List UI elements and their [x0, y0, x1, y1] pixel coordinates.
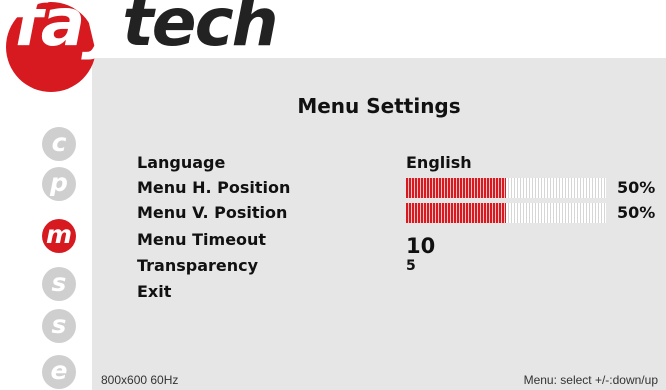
faytech-logo: faytech — [0, 0, 320, 92]
logo-text-fay: fay — [14, 0, 124, 61]
side-item-e[interactable]: e — [42, 355, 76, 389]
h-position-rest — [506, 178, 606, 198]
h-position-label[interactable]: Menu H. Position — [137, 180, 290, 196]
logo-text-tech: tech — [122, 0, 278, 61]
side-item-s2[interactable]: s — [42, 309, 76, 343]
exit-label[interactable]: Exit — [137, 284, 171, 300]
resolution-status: 800x600 60Hz — [101, 373, 179, 387]
h-position-percent: 50% — [617, 178, 656, 197]
v-position-fill — [406, 203, 506, 223]
v-position-label[interactable]: Menu V. Position — [137, 205, 287, 221]
v-position-slider[interactable] — [406, 203, 606, 223]
v-position-percent: 50% — [617, 203, 656, 222]
side-item-m[interactable]: m — [42, 219, 76, 253]
h-position-fill — [406, 178, 506, 198]
logo-wordmark: faytech — [14, 0, 279, 56]
side-item-p[interactable]: p — [42, 167, 76, 201]
side-item-c[interactable]: c — [42, 127, 76, 161]
side-item-s1[interactable]: s — [42, 267, 76, 301]
language-value[interactable]: English — [406, 155, 472, 171]
menu-hint: Menu: select +/-:down/up — [523, 373, 658, 387]
transparency-value[interactable]: 5 — [406, 259, 416, 273]
h-position-slider[interactable] — [406, 178, 606, 198]
v-position-rest — [506, 203, 606, 223]
transparency-label[interactable]: Transparency — [137, 258, 258, 274]
timeout-label[interactable]: Menu Timeout — [137, 232, 266, 248]
timeout-value[interactable]: 10 — [406, 236, 435, 257]
page-title: Menu Settings — [297, 94, 461, 118]
language-label[interactable]: Language — [137, 155, 225, 171]
